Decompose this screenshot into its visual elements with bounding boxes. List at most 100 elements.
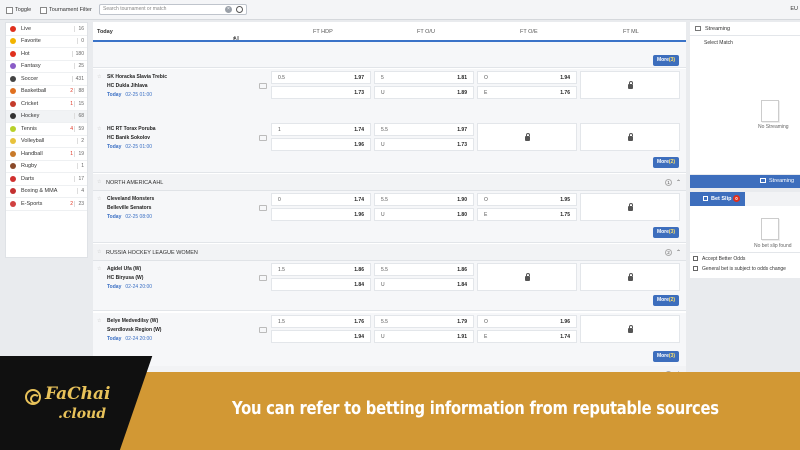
sidebar-item[interactable]: Tennis 4 59 bbox=[6, 123, 87, 136]
oe-odds-cell[interactable]: E 1.76 bbox=[477, 86, 577, 99]
favorite-star-icon[interactable]: ☆ bbox=[97, 179, 101, 185]
sidebar-item[interactable]: Handball 1 19 bbox=[6, 148, 87, 161]
oe-odds-cell[interactable]: O 1.96 bbox=[477, 315, 577, 328]
live-stream-icon[interactable] bbox=[259, 83, 267, 89]
sidebar-item[interactable]: Fantasy 25 bbox=[6, 61, 87, 73]
hdp-odds-cell[interactable]: 1.96 bbox=[271, 208, 371, 221]
sidebar-item-label: Hockey bbox=[21, 113, 40, 120]
more-button[interactable]: More(2) bbox=[653, 295, 679, 306]
more-count: (2) bbox=[668, 159, 676, 165]
oe-odds-cell[interactable]: E 1.74 bbox=[477, 330, 577, 343]
fachai-logo-icon bbox=[25, 389, 41, 405]
sidebar-item[interactable]: Darts 17 bbox=[6, 173, 87, 186]
favorite-star-icon[interactable]: ☆ bbox=[97, 318, 101, 324]
today-tab[interactable]: Today bbox=[97, 29, 113, 35]
favorite-star-icon[interactable]: ☆ bbox=[97, 196, 101, 202]
live-stream-icon[interactable] bbox=[259, 327, 267, 333]
search-input[interactable]: Search tournament or match × bbox=[99, 4, 247, 15]
banner-slogan: You can refer to betting information fro… bbox=[232, 398, 719, 419]
odds-price: 1.96 bbox=[354, 212, 364, 218]
hdp-odds-cell[interactable]: 1.5 1.86 bbox=[271, 263, 371, 276]
more-button[interactable]: More(2) bbox=[653, 157, 679, 168]
sidebar-item[interactable]: Live 16 bbox=[6, 23, 87, 36]
sidebar-item[interactable]: Hot 180 bbox=[6, 48, 87, 61]
favorite-star-icon[interactable]: ☆ bbox=[97, 266, 101, 272]
sidebar-item[interactable]: Hockey 68 bbox=[6, 110, 87, 123]
hdp-odds-cell[interactable]: 0 1.74 bbox=[271, 193, 371, 206]
sidebar-item[interactable]: Rugby 1 bbox=[6, 161, 87, 173]
favorite-star-icon[interactable]: ☆ bbox=[97, 126, 101, 132]
hdp-odds-cell[interactable]: 1.73 bbox=[271, 86, 371, 99]
odds-price: 1.79 bbox=[457, 319, 467, 325]
live-stream-icon[interactable] bbox=[259, 135, 267, 141]
sidebar-item[interactable]: Basketball 2 88 bbox=[6, 86, 87, 98]
sidebar-item[interactable]: Boxing & MMA 4 bbox=[6, 186, 87, 198]
search-icon[interactable] bbox=[236, 6, 243, 13]
language-selector[interactable]: EU bbox=[790, 6, 798, 12]
hdp-odds-cell[interactable]: 1 1.74 bbox=[271, 123, 371, 136]
live-stream-icon[interactable] bbox=[259, 275, 267, 281]
league-header[interactable]: ☆ RUSSIA HOCKEY LEAGUE WOMEN 2 ⌃ bbox=[93, 244, 686, 261]
league-header[interactable]: ☆ NORTH AMERICA AHL 1 ⌃ bbox=[93, 174, 686, 191]
ou-odds-cell[interactable]: 5.5 1.86 bbox=[374, 263, 474, 276]
select-match-dropdown[interactable]: Select Match bbox=[704, 40, 733, 46]
ou-odds-cell[interactable]: U 1.84 bbox=[374, 278, 474, 291]
home-team: SK Horacka Slavia Trebic bbox=[107, 74, 168, 80]
tournament-filter-button[interactable]: Tournament Filter bbox=[40, 5, 92, 15]
sidebar-item-label: Rugby bbox=[21, 163, 37, 170]
ou-odds-cell[interactable]: 5.5 1.90 bbox=[374, 193, 474, 206]
lock-icon bbox=[628, 273, 633, 281]
collapse-chevron-icon[interactable]: ⌃ bbox=[676, 179, 681, 186]
hdp-odds-cell[interactable]: 1.5 1.76 bbox=[271, 315, 371, 328]
sidebar-item[interactable]: Soccer 431 bbox=[6, 73, 87, 86]
ou-odds-cell[interactable]: U 1.91 bbox=[374, 330, 474, 343]
ml-odds-cell[interactable] bbox=[580, 71, 680, 99]
oe-odds-cell[interactable]: E 1.75 bbox=[477, 208, 577, 221]
ou-odds-cell[interactable]: 5.5 1.79 bbox=[374, 315, 474, 328]
collapse-chevron-icon[interactable]: ⌃ bbox=[676, 249, 681, 256]
ou-odds-cell[interactable]: U 1.73 bbox=[374, 138, 474, 151]
favorite-star-icon[interactable]: ☆ bbox=[97, 249, 101, 255]
more-button[interactable]: More(3) bbox=[653, 227, 679, 238]
oe-odds-cell[interactable] bbox=[477, 123, 577, 151]
toggle-button[interactable]: Toggle bbox=[6, 5, 31, 15]
event-count: 2 bbox=[77, 138, 84, 145]
bet-slip-tab[interactable]: Bet Slip 0 bbox=[690, 192, 745, 206]
event-count: 0 bbox=[77, 38, 84, 45]
hdp-odds-cell[interactable]: 0.5 1.97 bbox=[271, 71, 371, 84]
sidebar-item[interactable]: E-Sports 2 23 bbox=[6, 198, 87, 211]
general-bet-checkbox[interactable] bbox=[693, 266, 698, 271]
ou-odds-cell[interactable]: 5 1.81 bbox=[374, 71, 474, 84]
streaming-toggle-bar[interactable]: Streaming bbox=[690, 175, 800, 188]
ou-odds-cell[interactable]: U 1.89 bbox=[374, 86, 474, 99]
ft-ou-header: FT O/U bbox=[417, 29, 435, 35]
ou-odds-cell[interactable]: U 1.80 bbox=[374, 208, 474, 221]
more-button[interactable]: More(3) bbox=[653, 55, 679, 66]
odds-price: 1.95 bbox=[560, 197, 570, 203]
ml-odds-cell[interactable] bbox=[580, 123, 680, 151]
odds-line: 5.5 bbox=[381, 267, 388, 273]
ml-odds-cell[interactable] bbox=[580, 263, 680, 291]
more-button[interactable]: More(3) bbox=[653, 351, 679, 362]
sidebar-item[interactable]: Favorite 0 bbox=[6, 36, 87, 48]
odds-price: 1.74 bbox=[354, 127, 364, 133]
odds-price: 1.86 bbox=[457, 267, 467, 273]
oe-odds-cell[interactable]: O 1.94 bbox=[477, 71, 577, 84]
ml-odds-cell[interactable] bbox=[580, 193, 680, 221]
favorite-star-icon[interactable]: ☆ bbox=[97, 74, 101, 80]
accept-better-odds-checkbox[interactable] bbox=[693, 256, 698, 261]
ml-odds-cell[interactable] bbox=[580, 315, 680, 343]
oe-odds-cell[interactable]: O 1.95 bbox=[477, 193, 577, 206]
sidebar-item[interactable]: Volleyball 2 bbox=[6, 136, 87, 148]
my-bets-tab[interactable] bbox=[745, 192, 800, 206]
live-stream-icon[interactable] bbox=[259, 205, 267, 211]
sidebar-item[interactable]: Cricket 1 15 bbox=[6, 98, 87, 111]
fantasy-icon bbox=[10, 63, 16, 70]
hdp-odds-cell[interactable]: 1.84 bbox=[271, 278, 371, 291]
odds-line: E bbox=[484, 90, 488, 96]
clear-icon[interactable]: × bbox=[225, 6, 232, 13]
hdp-odds-cell[interactable]: 1.94 bbox=[271, 330, 371, 343]
hdp-odds-cell[interactable]: 1.96 bbox=[271, 138, 371, 151]
ou-odds-cell[interactable]: 5.5 1.97 bbox=[374, 123, 474, 136]
oe-odds-cell[interactable] bbox=[477, 263, 577, 291]
